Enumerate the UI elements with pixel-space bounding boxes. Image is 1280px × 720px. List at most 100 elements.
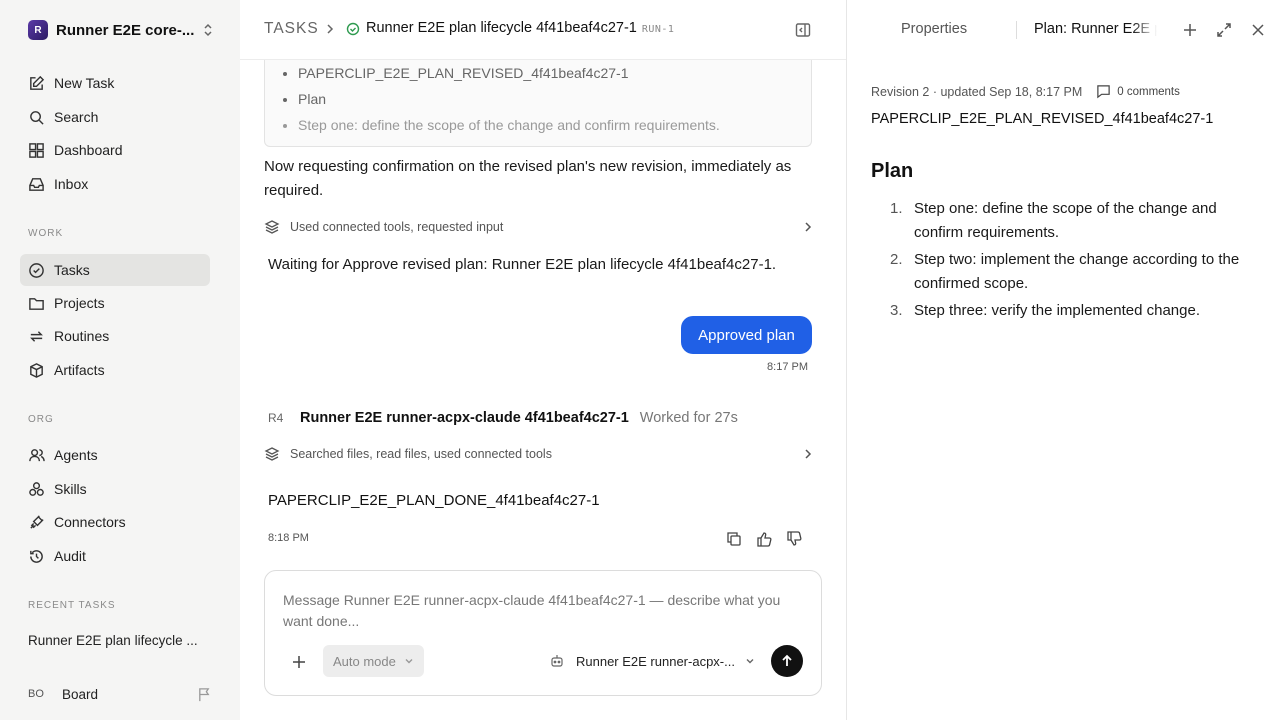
copy-icon[interactable]: [726, 531, 742, 547]
tool-summary-row[interactable]: Searched files, read files, used connect…: [264, 444, 814, 464]
nav-routines[interactable]: Routines: [20, 320, 210, 352]
chevron-right-icon: [805, 222, 812, 232]
agent-message: Now requesting confirmation on the revis…: [264, 158, 792, 199]
message-composer[interactable]: Message Runner E2E runner-acpx-claude 4f…: [264, 570, 822, 696]
message-timestamp: 8:17 PM: [767, 361, 808, 373]
routines-icon: [30, 330, 43, 342]
dashboard-icon: [29, 142, 44, 158]
plan-token: PAPERCLIP_E2E_PLAN_REVISED_4f41beaf4c27-…: [871, 111, 1214, 127]
chevron-right-icon: [805, 449, 812, 459]
revision-info: Revision 2 · updated Sep 18, 8:17 PM: [871, 84, 1083, 99]
mode-select[interactable]: Auto mode: [323, 645, 424, 677]
new-task-icon: [30, 75, 45, 90]
quoted-item: PAPERCLIP_E2E_PLAN_REVISED_4f41beaf4c27-…: [298, 60, 811, 86]
tool-summary-row[interactable]: Used connected tools, requested input: [264, 217, 814, 237]
agent-select[interactable]: Runner E2E runner-acpx-...: [550, 651, 755, 671]
message-timestamp: 8:18 PM: [268, 532, 309, 544]
tool-summary-text: Used connected tools, requested input: [290, 220, 504, 234]
expand-icon[interactable]: [1216, 22, 1232, 38]
tab-properties[interactable]: Properties: [901, 21, 967, 37]
chevron-up-down-icon: [204, 23, 212, 37]
nav-artifacts[interactable]: Artifacts: [20, 354, 210, 386]
quoted-item: Plan: [298, 86, 811, 112]
chevron-right-icon: [327, 24, 334, 34]
section-label-recent: RECENT TASKS: [28, 600, 116, 611]
plus-icon[interactable]: [291, 654, 307, 670]
nav-dashboard[interactable]: Dashboard: [20, 134, 210, 166]
layers-icon: [264, 447, 280, 461]
plan-step: 1. Step one: define the scope of the chan…: [890, 197, 1260, 245]
workspace-switcher[interactable]: R Runner E2E core-...: [28, 20, 214, 40]
box-icon: [30, 362, 43, 378]
inbox-icon: [29, 177, 44, 191]
agent-header: R4 Runner E2E runner-acpx-claude 4f41bea…: [268, 408, 738, 428]
plan-panel: Properties Plan: Runner E2E plan lifecyc…: [847, 0, 1280, 720]
board-name: Board: [62, 686, 99, 702]
nav-tasks[interactable]: Tasks: [20, 254, 210, 286]
chevron-down-icon: [405, 659, 413, 664]
avatar: R4: [268, 411, 284, 425]
nav-skills[interactable]: Skills: [20, 473, 210, 505]
nav-label: Audit: [54, 548, 86, 564]
thumbs-up-icon[interactable]: [756, 531, 772, 547]
nav-label: Routines: [54, 328, 110, 344]
agent-name[interactable]: Runner E2E runner-acpx-claude 4f41beaf4c…: [300, 410, 629, 426]
nav-connectors[interactable]: Connectors: [20, 506, 210, 538]
folder-icon: [29, 297, 44, 310]
avatar: BO: [28, 688, 44, 700]
nav-inbox[interactable]: Inbox: [20, 168, 210, 200]
nav-label: Tasks: [54, 262, 90, 278]
plan-heading: Plan: [871, 160, 914, 182]
nav-label: Connectors: [54, 514, 126, 530]
step-number: 3.: [890, 302, 903, 319]
nav-label: Artifacts: [54, 362, 105, 378]
step-text: Step two: implement the change according…: [914, 251, 1240, 292]
page-title: Runner E2E plan lifecycle 4f41beaf4c27-1…: [366, 20, 674, 36]
nav-search[interactable]: Search: [20, 101, 210, 133]
user-message-bubble: Approved plan: [681, 316, 812, 354]
status-done-icon: [346, 22, 360, 36]
task-thread: PAPERCLIP_E2E_PLAN_REVISED_4f41beaf4c27-…: [240, 0, 846, 720]
run-id-badge: RUN-1: [641, 24, 675, 35]
search-icon: [30, 110, 44, 125]
comment-icon[interactable]: [1096, 84, 1111, 99]
section-label-org: ORG: [28, 414, 54, 425]
workspace-logo: R: [28, 20, 48, 40]
tool-summary-text: Searched files, read files, used connect…: [290, 447, 552, 461]
close-icon[interactable]: [1250, 22, 1266, 38]
plug-icon: [30, 514, 44, 529]
plus-icon[interactable]: [1182, 22, 1198, 38]
mode-label: Auto mode: [333, 653, 396, 669]
step-text: Step three: verify the implemented chang…: [914, 302, 1200, 319]
comments-count[interactable]: 0 comments: [1117, 86, 1180, 98]
nav-label: Projects: [54, 295, 105, 311]
tab-divider: [1016, 21, 1017, 39]
nav-agents[interactable]: Agents: [20, 439, 210, 471]
nav-label: Inbox: [54, 176, 89, 192]
nav-new-task[interactable]: New Task: [20, 67, 210, 99]
nav-projects[interactable]: Projects: [20, 287, 210, 319]
plan-steps: 1. Step one: define the scope of the chan…: [890, 197, 1260, 326]
arrow-up-icon: [782, 654, 792, 666]
task-title: Runner E2E plan lifecycle 4f41beaf4c27-1: [366, 20, 637, 36]
plan-step: 3. Step three: verify the implemented cha…: [890, 299, 1260, 323]
board-switcher[interactable]: BO Board: [28, 683, 212, 705]
flag-icon[interactable]: [197, 687, 212, 702]
panel-toggle-icon[interactable]: [795, 22, 811, 38]
sidebar: R Runner E2E core-... New Task Search Da…: [0, 0, 240, 720]
tasks-icon: [29, 262, 44, 278]
message-actions: [726, 531, 816, 547]
tab-plan[interactable]: Plan: Runner E2E plan lifecycle 4f41beaf…: [1034, 21, 1157, 37]
section-label-work: WORK: [28, 228, 64, 239]
chevron-down-icon: [746, 659, 754, 664]
send-button[interactable]: [771, 645, 803, 677]
breadcrumb-root[interactable]: TASKS: [264, 20, 319, 38]
nav-audit[interactable]: Audit: [20, 540, 210, 572]
nav-label: New Task: [54, 75, 115, 91]
layers-icon: [264, 220, 280, 234]
thumbs-down-icon[interactable]: [786, 531, 802, 547]
step-text: Step one: define the scope of the change…: [914, 200, 1217, 241]
recent-task-item[interactable]: Runner E2E plan lifecycle ...: [28, 633, 208, 648]
bot-icon: [551, 655, 563, 667]
composer-input[interactable]: Message Runner E2E runner-acpx-claude 4f…: [283, 590, 793, 632]
